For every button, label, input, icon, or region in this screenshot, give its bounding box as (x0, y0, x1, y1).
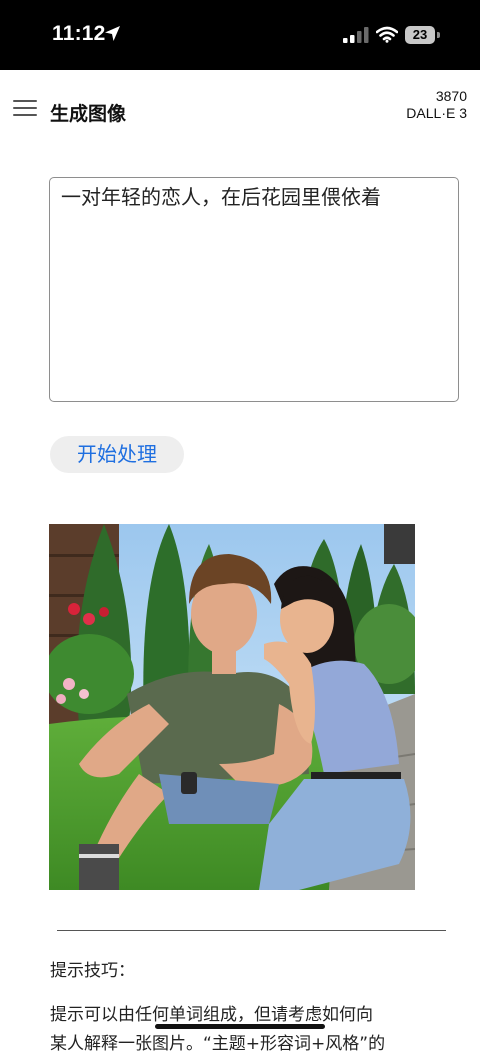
location-arrow-icon (105, 26, 120, 41)
home-indicator[interactable] (155, 1024, 325, 1029)
generated-image[interactable] (49, 524, 415, 890)
page-title: 生成图像 (50, 103, 127, 125)
model-name: DALL·E 3 (406, 105, 467, 121)
divider (57, 930, 446, 931)
start-processing-button[interactable]: 开始处理 (50, 436, 184, 473)
battery-tip (437, 32, 440, 38)
wifi-icon (376, 26, 398, 43)
tips-body: 提示可以由任何单词组成，但请考虑如何向 某人解释一张图片。“主题+形容词+风格”… (50, 1001, 430, 1059)
status-time: 11:12 (52, 22, 106, 45)
tips-heading: 提示技巧： (50, 961, 135, 981)
tips-line-2: 某人解释一张图片。“主题+形容词+风格”的 (50, 1034, 386, 1054)
prompt-textarea[interactable]: 一对年轻的恋人，在后花园里偎依着 (49, 177, 459, 402)
generated-image-illustration (49, 524, 415, 890)
credits-count: 3870 (435, 88, 467, 104)
hamburger-menu-icon[interactable] (13, 100, 37, 118)
credits-info: 3870 DALL·E 3 (406, 88, 467, 122)
cellular-signal-icon (343, 27, 369, 43)
status-bar: 11:12 23 (0, 0, 480, 70)
battery-indicator: 23 (405, 26, 435, 44)
